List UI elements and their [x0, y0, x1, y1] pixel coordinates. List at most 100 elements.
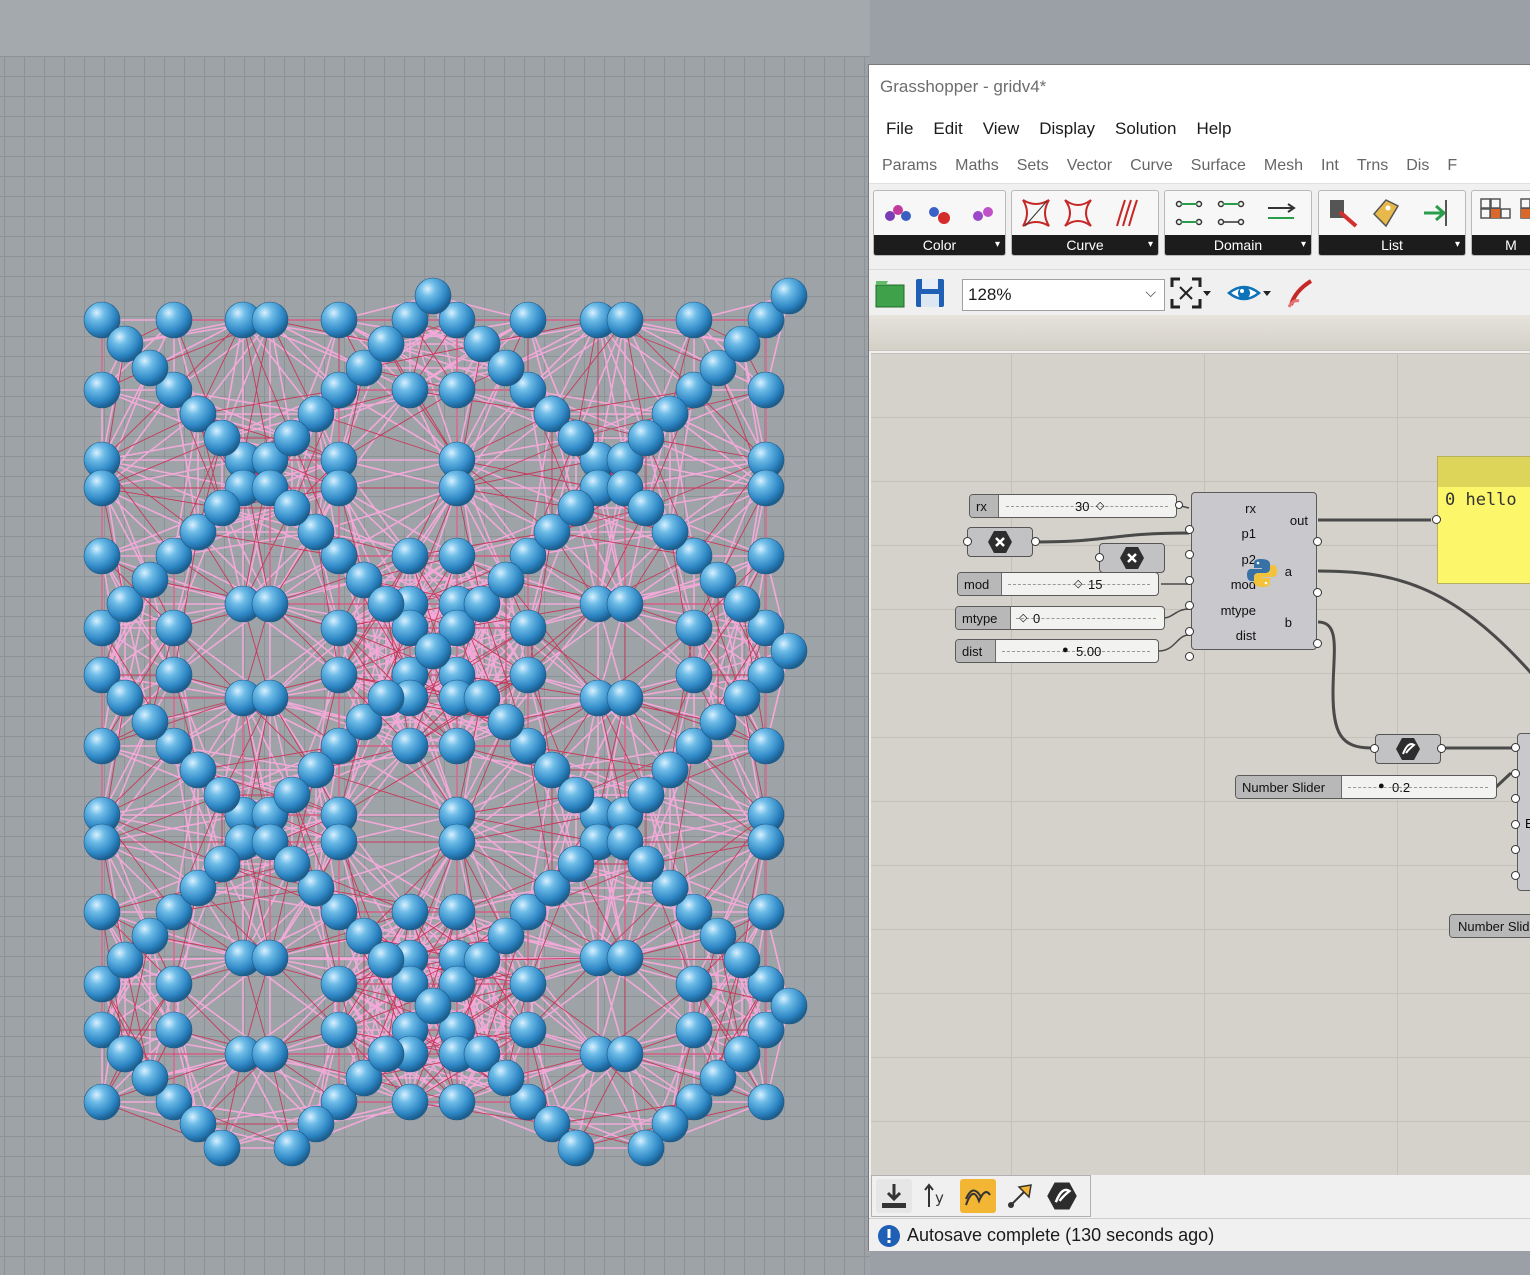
menu-help[interactable]: Help — [1187, 119, 1240, 139]
zoom-dropdown-icon[interactable] — [1199, 276, 1215, 310]
menu-view[interactable]: View — [974, 119, 1029, 139]
slider-mtype[interactable]: mtype ◇ 0 — [955, 606, 1165, 630]
port-py-p1[interactable] — [1185, 550, 1194, 559]
color-drops-icon[interactable] — [880, 195, 916, 231]
port-partial-5[interactable] — [1511, 845, 1520, 854]
slider-mod-handle-icon[interactable]: ◇ — [1074, 577, 1082, 590]
python-input-rx[interactable]: rx — [1192, 501, 1256, 516]
curve-pinch-icon[interactable] — [1060, 195, 1096, 231]
pick-arrow-icon[interactable] — [1002, 1179, 1038, 1213]
partial-component[interactable]: E — [1517, 733, 1530, 891]
tab-dis[interactable]: Dis — [1397, 157, 1438, 175]
tab-sets[interactable]: Sets — [1008, 157, 1058, 175]
slider-mtype-handle-icon[interactable]: ◇ — [1019, 611, 1027, 624]
ribbon-label-domain[interactable]: Domain ▾ — [1165, 235, 1311, 255]
tab-curve[interactable]: Curve — [1121, 157, 1182, 175]
slider-dist-handle-icon[interactable]: ● — [1062, 644, 1069, 656]
tab-mesh[interactable]: Mesh — [1255, 157, 1312, 175]
python-output-out[interactable]: out — [1290, 513, 1308, 528]
port-geometry-out[interactable] — [1437, 744, 1446, 753]
curve-square-icon[interactable] — [1018, 195, 1054, 231]
menu-display[interactable]: Display — [1030, 119, 1104, 139]
port-py-rx[interactable] — [1185, 525, 1194, 534]
list-tag-icon[interactable] — [1367, 195, 1403, 231]
port-py-b[interactable] — [1313, 639, 1322, 648]
param-geometry[interactable] — [1375, 734, 1441, 764]
port-partial-1[interactable] — [1511, 743, 1520, 752]
tab-vector[interactable]: Vector — [1058, 157, 1121, 175]
python-input-mtype[interactable]: mtype — [1192, 603, 1256, 618]
port-py-p2[interactable] — [1185, 576, 1194, 585]
port-py-a[interactable] — [1313, 588, 1322, 597]
color-drop-purple-icon[interactable] — [964, 195, 1000, 231]
tab-f[interactable]: F — [1438, 157, 1466, 175]
slider-mod[interactable]: mod ◇ 15 — [957, 572, 1159, 596]
list-shift-icon[interactable] — [1419, 195, 1455, 231]
ribbon-label-m[interactable]: M — [1472, 235, 1530, 255]
wire-display-icon[interactable] — [960, 1179, 996, 1213]
tab-int[interactable]: Int — [1312, 157, 1348, 175]
sphere-node — [438, 469, 476, 507]
slider-number-2[interactable]: Number Slid — [1449, 914, 1530, 938]
port-py-dist[interactable] — [1185, 652, 1194, 661]
output-panel[interactable]: 0 hello — [1437, 456, 1530, 584]
port-partial-4[interactable] — [1511, 820, 1520, 829]
sketch-brush-icon[interactable] — [1284, 276, 1318, 310]
zoom-select[interactable]: 128% ⌵ — [962, 279, 1165, 311]
python-script-component[interactable]: rx p1 p2 mod mtype dist out a b — [1191, 492, 1317, 650]
preview-dropdown-icon[interactable] — [1259, 276, 1275, 310]
save-file-icon[interactable] — [913, 276, 947, 310]
zoom-extents-icon[interactable] — [1169, 276, 1203, 310]
download-icon[interactable] — [876, 1179, 912, 1213]
menu-solution[interactable]: Solution — [1106, 119, 1185, 139]
slider-number-1-handle-icon[interactable]: ● — [1378, 780, 1385, 792]
color-drop-red-icon[interactable] — [922, 195, 958, 231]
python-output-a[interactable]: a — [1285, 564, 1292, 579]
port-partial-2[interactable] — [1511, 769, 1520, 778]
matrix-grid-icon[interactable] — [1478, 195, 1512, 231]
tab-params[interactable]: Params — [873, 157, 946, 175]
port-py-mod[interactable] — [1185, 601, 1194, 610]
python-output-b[interactable]: b — [1285, 615, 1292, 630]
menu-edit[interactable]: Edit — [924, 119, 971, 139]
sort-xy-icon[interactable]: y — [918, 1179, 954, 1213]
tab-trns[interactable]: Trns — [1348, 157, 1397, 175]
port-py-out[interactable] — [1313, 537, 1322, 546]
port-p1-out[interactable] — [1031, 537, 1040, 546]
ribbon-label-curve[interactable]: Curve ▾ — [1012, 235, 1158, 255]
port-partial-6[interactable] — [1511, 871, 1520, 880]
list-item-icon[interactable] — [1325, 195, 1361, 231]
tab-surface[interactable]: Surface — [1182, 157, 1255, 175]
rhino-viewport[interactable] — [0, 0, 870, 1275]
matrix-grid-2-icon[interactable] — [1518, 195, 1530, 231]
port-partial-3[interactable] — [1511, 794, 1520, 803]
grasshopper-canvas[interactable]: rx 30 ◇ mod ◇ 15 mtype ◇ 0 dist ● 5.00 r… — [871, 353, 1530, 1175]
domain-grid-icon[interactable] — [1171, 195, 1207, 231]
geometry-hex-icon[interactable] — [1044, 1179, 1080, 1213]
menu-file[interactable]: File — [877, 119, 922, 139]
slider-rx-handle-icon[interactable]: ◇ — [1096, 499, 1104, 512]
param-p2[interactable] — [1099, 543, 1165, 573]
python-input-dist[interactable]: dist — [1192, 628, 1256, 643]
port-py-mtype[interactable] — [1185, 627, 1194, 636]
curve-offset-icon[interactable] — [1110, 195, 1146, 231]
partial-component-label: E — [1525, 816, 1530, 831]
slider-rx[interactable]: rx 30 ◇ — [969, 494, 1177, 518]
preview-eye-icon[interactable] — [1227, 276, 1261, 310]
domain-remap-icon[interactable] — [1263, 195, 1299, 231]
ribbon-label-list[interactable]: List ▾ — [1319, 235, 1465, 255]
slider-number-1[interactable]: Number Slider ● 0.2 — [1235, 775, 1497, 799]
port-p1-in[interactable] — [963, 537, 972, 546]
port-geometry-in[interactable] — [1370, 744, 1379, 753]
open-file-icon[interactable] — [873, 276, 907, 310]
domain-split-icon[interactable] — [1213, 195, 1249, 231]
tab-maths[interactable]: Maths — [946, 157, 1008, 175]
ribbon-label-color[interactable]: Color ▾ — [874, 235, 1005, 255]
port-rx-out[interactable] — [1175, 501, 1183, 509]
param-p1[interactable] — [967, 527, 1033, 557]
sphere-node — [606, 939, 644, 977]
port-p2-in[interactable] — [1095, 553, 1104, 562]
port-panel-in[interactable] — [1432, 515, 1441, 524]
python-input-p1[interactable]: p1 — [1192, 526, 1256, 541]
slider-dist[interactable]: dist ● 5.00 — [955, 639, 1159, 663]
